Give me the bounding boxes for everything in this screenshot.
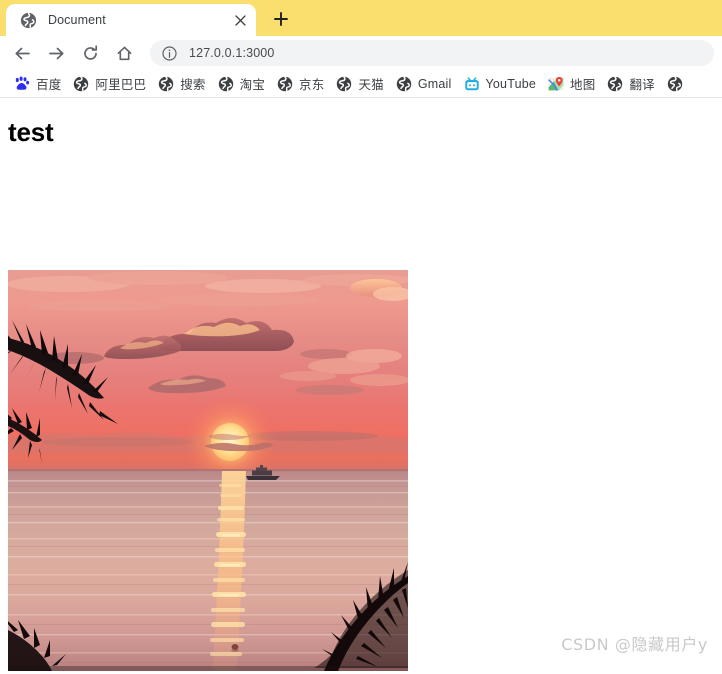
bookmark-tmall[interactable]: 天猫 bbox=[330, 73, 389, 95]
tab-strip: Document bbox=[0, 0, 722, 36]
new-tab-button[interactable] bbox=[266, 4, 296, 34]
bookmark-label: Gmail bbox=[417, 76, 452, 91]
globe-icon bbox=[158, 75, 174, 92]
baidu-paw-icon bbox=[14, 76, 30, 92]
url-text: 127.0.0.1:3000 bbox=[189, 46, 275, 60]
globe-icon bbox=[277, 75, 293, 92]
bookmark-gmail[interactable]: Gmail bbox=[390, 73, 458, 95]
reload-button[interactable] bbox=[76, 39, 104, 67]
forward-button[interactable] bbox=[42, 39, 70, 67]
close-icon[interactable] bbox=[230, 10, 250, 30]
back-button[interactable] bbox=[8, 39, 36, 67]
tab-title: Document bbox=[48, 13, 106, 27]
bookmark-jd[interactable]: 京东 bbox=[271, 73, 330, 95]
page-title: test bbox=[8, 117, 54, 147]
browser-tab-document[interactable]: Document bbox=[6, 4, 256, 36]
bookmark-label: 翻译 bbox=[629, 78, 655, 92]
bookmark-search[interactable]: 搜索 bbox=[152, 73, 211, 95]
sunset-photo[interactable] bbox=[8, 270, 408, 671]
csdn-watermark: CSDN @隐藏用户y bbox=[561, 635, 708, 654]
bookmark-maps[interactable]: 地图 bbox=[542, 73, 601, 95]
globe-icon bbox=[20, 12, 37, 29]
bookmark-label: 天猫 bbox=[358, 78, 384, 92]
address-bar[interactable]: 127.0.0.1:3000 bbox=[150, 40, 714, 66]
globe-icon bbox=[218, 75, 234, 92]
bookmark-translate[interactable]: 翻译 bbox=[601, 73, 660, 95]
video-tv-icon bbox=[464, 76, 480, 92]
bookmarks-bar: 百度 阿里巴巴 搜索 淘宝 京东 天猫 Gmail YouTube 地图 翻译 bbox=[0, 70, 722, 98]
bookmark-taobao[interactable]: 淘宝 bbox=[212, 73, 271, 95]
page-viewport: test CSDN @隐藏用户y bbox=[0, 98, 722, 673]
globe-icon bbox=[607, 75, 623, 92]
globe-icon bbox=[667, 75, 683, 92]
info-circle-icon[interactable] bbox=[162, 45, 177, 61]
bookmark-label: YouTube bbox=[485, 76, 537, 91]
globe-icon bbox=[336, 75, 352, 92]
bookmark-alibaba[interactable]: 阿里巴巴 bbox=[67, 73, 152, 95]
bookmark-youtube[interactable]: YouTube bbox=[458, 73, 543, 95]
bookmark-baidu[interactable]: 百度 bbox=[8, 73, 67, 95]
browser-toolbar: 127.0.0.1:3000 bbox=[0, 36, 722, 70]
bookmark-label: 搜索 bbox=[180, 78, 206, 92]
bookmark-label: 淘宝 bbox=[239, 78, 266, 92]
bookmark-overflow[interactable] bbox=[661, 73, 695, 95]
globe-icon bbox=[396, 75, 412, 92]
bookmark-label: 阿里巴巴 bbox=[95, 78, 147, 92]
home-button[interactable] bbox=[110, 39, 138, 67]
globe-icon bbox=[73, 75, 89, 92]
bookmark-label: 京东 bbox=[299, 78, 325, 92]
google-maps-pin-icon bbox=[548, 76, 564, 92]
bookmark-label: 地图 bbox=[570, 78, 596, 92]
bookmark-label: 百度 bbox=[36, 78, 62, 92]
